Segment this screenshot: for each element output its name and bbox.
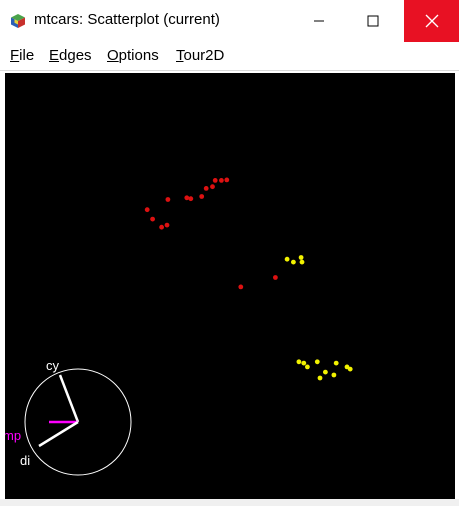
scatter-point-yellow[interactable]: [323, 369, 328, 375]
scatter-point-red[interactable]: [219, 178, 224, 183]
menu-bar: File Edges Options Tour2D: [0, 42, 459, 71]
menu-file[interactable]: File: [10, 47, 34, 64]
scatter-point-red[interactable]: [144, 207, 150, 213]
minimize-icon: [314, 20, 324, 22]
scatter-point-yellow[interactable]: [305, 364, 310, 370]
scatterplot-svg[interactable]: cy mp di: [5, 73, 455, 499]
minimize-button[interactable]: [296, 0, 342, 42]
maximize-icon: [367, 15, 379, 27]
scatter-point-red[interactable]: [203, 186, 209, 191]
scatter-point-yellow[interactable]: [301, 360, 307, 366]
scatter-point-red[interactable]: [199, 194, 205, 199]
scatter-point-yellow[interactable]: [317, 375, 323, 381]
scatter-point-yellow[interactable]: [296, 359, 302, 365]
scatter-point-yellow[interactable]: [299, 259, 305, 265]
scatter-point-yellow[interactable]: [347, 366, 353, 372]
menu-options[interactable]: Options: [107, 47, 159, 64]
scatter-point-yellow[interactable]: [314, 359, 320, 365]
close-button[interactable]: [404, 0, 459, 42]
tour-axis-label-di: di: [20, 453, 30, 468]
scatter-point-yellow[interactable]: [291, 259, 296, 265]
scatter-point-red[interactable]: [150, 216, 156, 222]
menu-tour2d[interactable]: Tour2D: [176, 47, 224, 64]
scatter-point-red[interactable]: [164, 222, 170, 228]
tour-axis-label-cy: cy: [46, 358, 60, 373]
maximize-button[interactable]: [350, 0, 396, 42]
tour-axis-label-mp: mp: [5, 428, 21, 443]
scatter-point-red[interactable]: [273, 275, 278, 280]
scatter-point-red[interactable]: [210, 184, 215, 190]
window-bottom-border: [0, 499, 459, 506]
scatter-point-red[interactable]: [224, 177, 230, 183]
title-bar: mtcars: Scatterplot (current): [0, 0, 459, 42]
window-title: mtcars: Scatterplot (current): [34, 11, 220, 28]
scatter-point-red[interactable]: [159, 224, 165, 230]
ggobi-app-icon: [11, 14, 25, 28]
scatterplot-canvas[interactable]: cy mp di: [5, 73, 455, 499]
scatter-point-yellow[interactable]: [284, 256, 290, 262]
close-icon: [425, 14, 438, 28]
scatter-point-yellow[interactable]: [298, 255, 304, 260]
scatter-point-yellow[interactable]: [331, 372, 337, 378]
menu-edges[interactable]: Edges: [49, 47, 92, 64]
scatter-point-red[interactable]: [238, 284, 244, 290]
scatter-point-red[interactable]: [212, 178, 218, 183]
scatter-point-red[interactable]: [184, 195, 190, 201]
scatter-point-red[interactable]: [188, 196, 194, 202]
scatter-point-yellow[interactable]: [333, 360, 339, 366]
scatter-point-red[interactable]: [165, 197, 171, 202]
